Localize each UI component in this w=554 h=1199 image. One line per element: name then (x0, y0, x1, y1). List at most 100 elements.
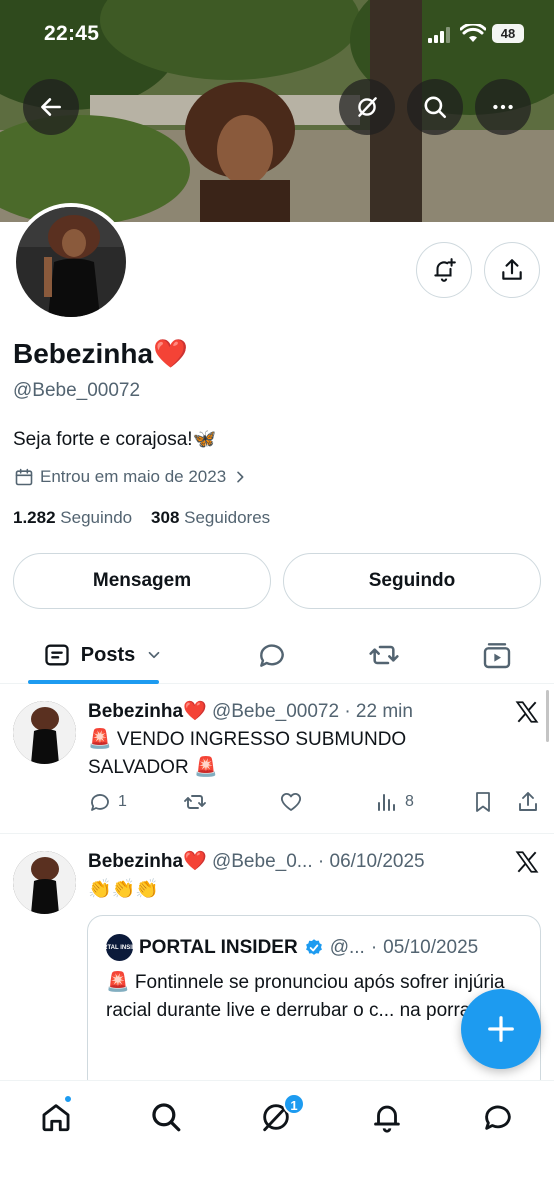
post-avatar[interactable] (13, 701, 76, 764)
following-button[interactable]: Seguindo (283, 553, 541, 609)
quoted-separator: · (370, 936, 378, 958)
quoted-post-header: PORTAL INSIDER PORTAL INSIDER @... · 05/… (94, 934, 479, 961)
x-logo-icon[interactable] (514, 699, 540, 725)
quoted-author-handle: @... (329, 936, 365, 958)
post-time[interactable]: 22 min (356, 701, 413, 722)
following-label: Seguindo (60, 508, 133, 527)
home-unread-dot (63, 1094, 73, 1104)
wifi-icon (460, 24, 486, 42)
views-count: 8 (405, 793, 414, 810)
search-button[interactable] (407, 79, 463, 135)
post-divider (0, 833, 554, 834)
post-avatar[interactable] (13, 851, 76, 914)
chevron-down-icon (148, 651, 160, 659)
post-time[interactable]: 06/10/2025 (330, 851, 425, 872)
plus-icon (488, 1016, 514, 1042)
tab-media[interactable] (467, 626, 527, 684)
status-time: 22:45 (44, 22, 100, 45)
message-button[interactable]: Mensagem (13, 553, 271, 609)
reply-icon (260, 644, 284, 667)
chat-icon (485, 1105, 511, 1130)
following-count: 1.282 (13, 508, 56, 527)
join-date-label: Entrou em maio de 2023 (40, 467, 227, 486)
post-author-handle[interactable]: @Bebe_00072 (212, 701, 339, 722)
post-author-handle[interactable]: @Bebe_0... (212, 851, 313, 872)
hide-icon (358, 97, 377, 117)
post-separator: · (344, 701, 351, 722)
media-icon (483, 643, 511, 669)
calendar-icon (15, 468, 33, 486)
post-avatar-image (13, 851, 76, 914)
battery-indicator: 48 (492, 24, 524, 43)
active-tab-indicator (28, 680, 159, 684)
views-icon (378, 794, 395, 811)
bell-plus-icon (434, 258, 456, 282)
home-icon (42, 1104, 70, 1132)
post-text-line-1: 🚨 VENDO INGRESSO SUBMUNDO (88, 729, 407, 750)
back-arrow-icon (41, 98, 61, 116)
post-author-name[interactable]: Bebezinha❤️ (88, 701, 207, 722)
repost-icon (184, 795, 206, 809)
x-logo-icon[interactable] (514, 849, 540, 875)
post-text: 👏👏👏 (88, 879, 159, 900)
share-profile-button[interactable] (484, 242, 540, 298)
following-link[interactable]: 1.282 Seguindo (13, 508, 132, 527)
bookmark-button[interactable] (471, 790, 495, 814)
tab-posts-label: Posts (80, 643, 136, 666)
post-text-line-2: SALVADOR 🚨 (88, 757, 218, 778)
search-icon (152, 1103, 181, 1132)
signal-icon (428, 27, 450, 43)
bookmark-icon (476, 792, 490, 812)
profile-handle: @Bebe_00072 (13, 380, 141, 401)
nav-notifications[interactable] (367, 1097, 407, 1137)
scrollbar[interactable] (546, 690, 549, 742)
hide-button[interactable] (339, 79, 395, 135)
profile-bio: Seja forte e corajosa!🦋 (13, 429, 217, 450)
grok-badge: 1 (283, 1093, 305, 1115)
nav-search[interactable] (146, 1097, 186, 1137)
profile-tabs: Posts (0, 626, 554, 684)
posts-icon (45, 644, 69, 666)
follow-counts: 1.282 Seguindo 308 Seguidores (13, 508, 270, 528)
reply-count: 1 (118, 793, 127, 810)
quoted-author-avatar: PORTAL INSIDER (94, 934, 145, 961)
post-avatar-image (13, 701, 76, 764)
reply-icon (91, 794, 109, 811)
profile-name: Bebezinha❤️ (13, 338, 188, 369)
followers-label: Seguidores (184, 508, 271, 527)
more-button[interactable] (475, 79, 531, 135)
nav-messages[interactable] (478, 1097, 518, 1137)
quoted-author-name: PORTAL INSIDER (139, 936, 298, 958)
post-1-actions: 1 8 (88, 790, 548, 816)
share-icon (502, 259, 522, 280)
post-text: 🚨 VENDO INGRESSO SUBMUNDO SALVADOR 🚨 (88, 726, 406, 782)
repost-icon (369, 645, 399, 665)
tab-posts[interactable]: Posts (28, 626, 178, 684)
tab-reposts[interactable] (354, 626, 414, 684)
avatar-image (16, 207, 126, 317)
share-button[interactable] (516, 790, 540, 814)
status-bar: 22:45 48 (0, 0, 554, 70)
notify-subscribe-button[interactable] (416, 242, 472, 298)
like-button[interactable] (279, 790, 303, 814)
search-icon (424, 96, 447, 119)
like-icon (280, 793, 302, 811)
reply-button[interactable]: 1 (88, 790, 127, 814)
more-icon (493, 104, 513, 110)
join-date[interactable]: Entrou em maio de 2023 (14, 467, 248, 487)
followers-count: 308 (151, 508, 180, 527)
repost-button[interactable] (183, 790, 207, 814)
profile-avatar[interactable] (12, 203, 130, 321)
share-icon (519, 792, 537, 811)
post-header: Bebezinha❤️ @Bebe_0... · 06/10/2025 (88, 849, 425, 873)
followers-link[interactable]: 308 Seguidores (151, 508, 270, 527)
tab-replies[interactable] (242, 626, 302, 684)
compose-button[interactable] (461, 989, 541, 1069)
notifications-icon (374, 1105, 400, 1133)
quoted-post-time: 05/10/2025 (383, 936, 479, 958)
views-button[interactable]: 8 (375, 790, 414, 814)
back-button[interactable] (23, 79, 79, 135)
post-separator: · (317, 851, 325, 872)
verified-badge-icon (305, 938, 322, 955)
post-author-name[interactable]: Bebezinha❤️ (88, 851, 207, 872)
